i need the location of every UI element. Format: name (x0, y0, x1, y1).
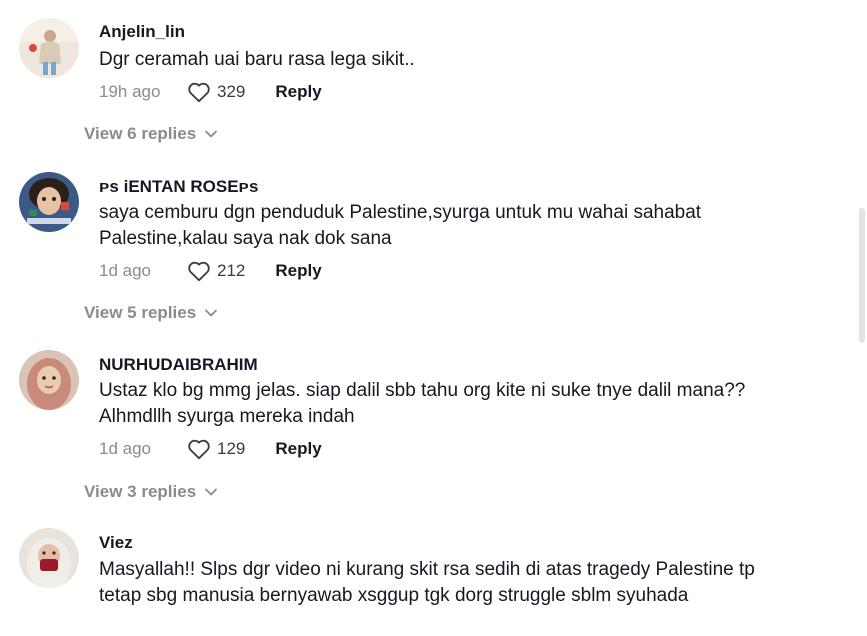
like-button[interactable]: 212 (187, 260, 245, 282)
chevron-down-icon[interactable] (196, 308, 218, 318)
username[interactable]: Anjelin_lin (99, 22, 185, 42)
avatar[interactable] (19, 350, 79, 410)
avatar[interactable] (19, 172, 79, 232)
avatar[interactable] (19, 528, 79, 588)
like-button[interactable]: 329 (187, 81, 245, 103)
reply-button[interactable]: Reply (275, 82, 321, 102)
username[interactable]: Viez (99, 533, 133, 553)
like-count: 212 (217, 261, 246, 280)
timestamp: 19h ago (99, 82, 161, 101)
comment-meta: 1d ago 129 Reply (99, 437, 322, 461)
scrollbar[interactable] (859, 208, 865, 343)
reply-button[interactable]: Reply (275, 261, 321, 281)
comment-meta: 1d ago 212 Reply (99, 259, 322, 283)
comment-text: Ustaz klo bg mmg jelas. siap dalil sbb t… (99, 380, 746, 427)
like-count: 329 (217, 82, 246, 101)
comment-text: Dgr ceramah uai baru rasa lega sikit.. (99, 49, 415, 70)
view-replies-label[interactable]: View 6 replies (84, 124, 196, 144)
timestamp: 1d ago (99, 439, 151, 458)
like-button[interactable]: 129 (187, 438, 245, 460)
timestamp: 1d ago (99, 261, 151, 280)
heart-outline-icon[interactable] (187, 438, 211, 460)
view-replies-button[interactable]: View 6 replies (84, 124, 218, 144)
heart-outline-icon[interactable] (187, 81, 211, 103)
chevron-down-icon[interactable] (196, 487, 218, 497)
chevron-down-icon[interactable] (196, 129, 218, 139)
heart-outline-icon[interactable] (187, 260, 211, 282)
reply-button[interactable]: Reply (275, 439, 321, 459)
avatar[interactable] (19, 18, 79, 78)
comment-meta: 19h ago 329 Reply (99, 80, 322, 104)
view-replies-button[interactable]: View 5 replies (84, 303, 218, 323)
like-count: 129 (217, 439, 246, 458)
view-replies-button[interactable]: View 3 replies (84, 482, 218, 502)
username[interactable]: ᴘs iENTAN ROSEᴘs (99, 177, 258, 197)
view-replies-label[interactable]: View 3 replies (84, 482, 196, 502)
username[interactable]: NURHUDAIBRAHIM (99, 355, 258, 375)
comment-text: Masyallah!! Slps dgr video ni kurang ski… (99, 559, 755, 606)
comment-text: saya cemburu dgn penduduk Palestine,syur… (99, 202, 702, 249)
view-replies-label[interactable]: View 5 replies (84, 303, 196, 323)
comment-list: Anjelin_lin Dgr ceramah uai baru rasa le… (0, 0, 867, 636)
